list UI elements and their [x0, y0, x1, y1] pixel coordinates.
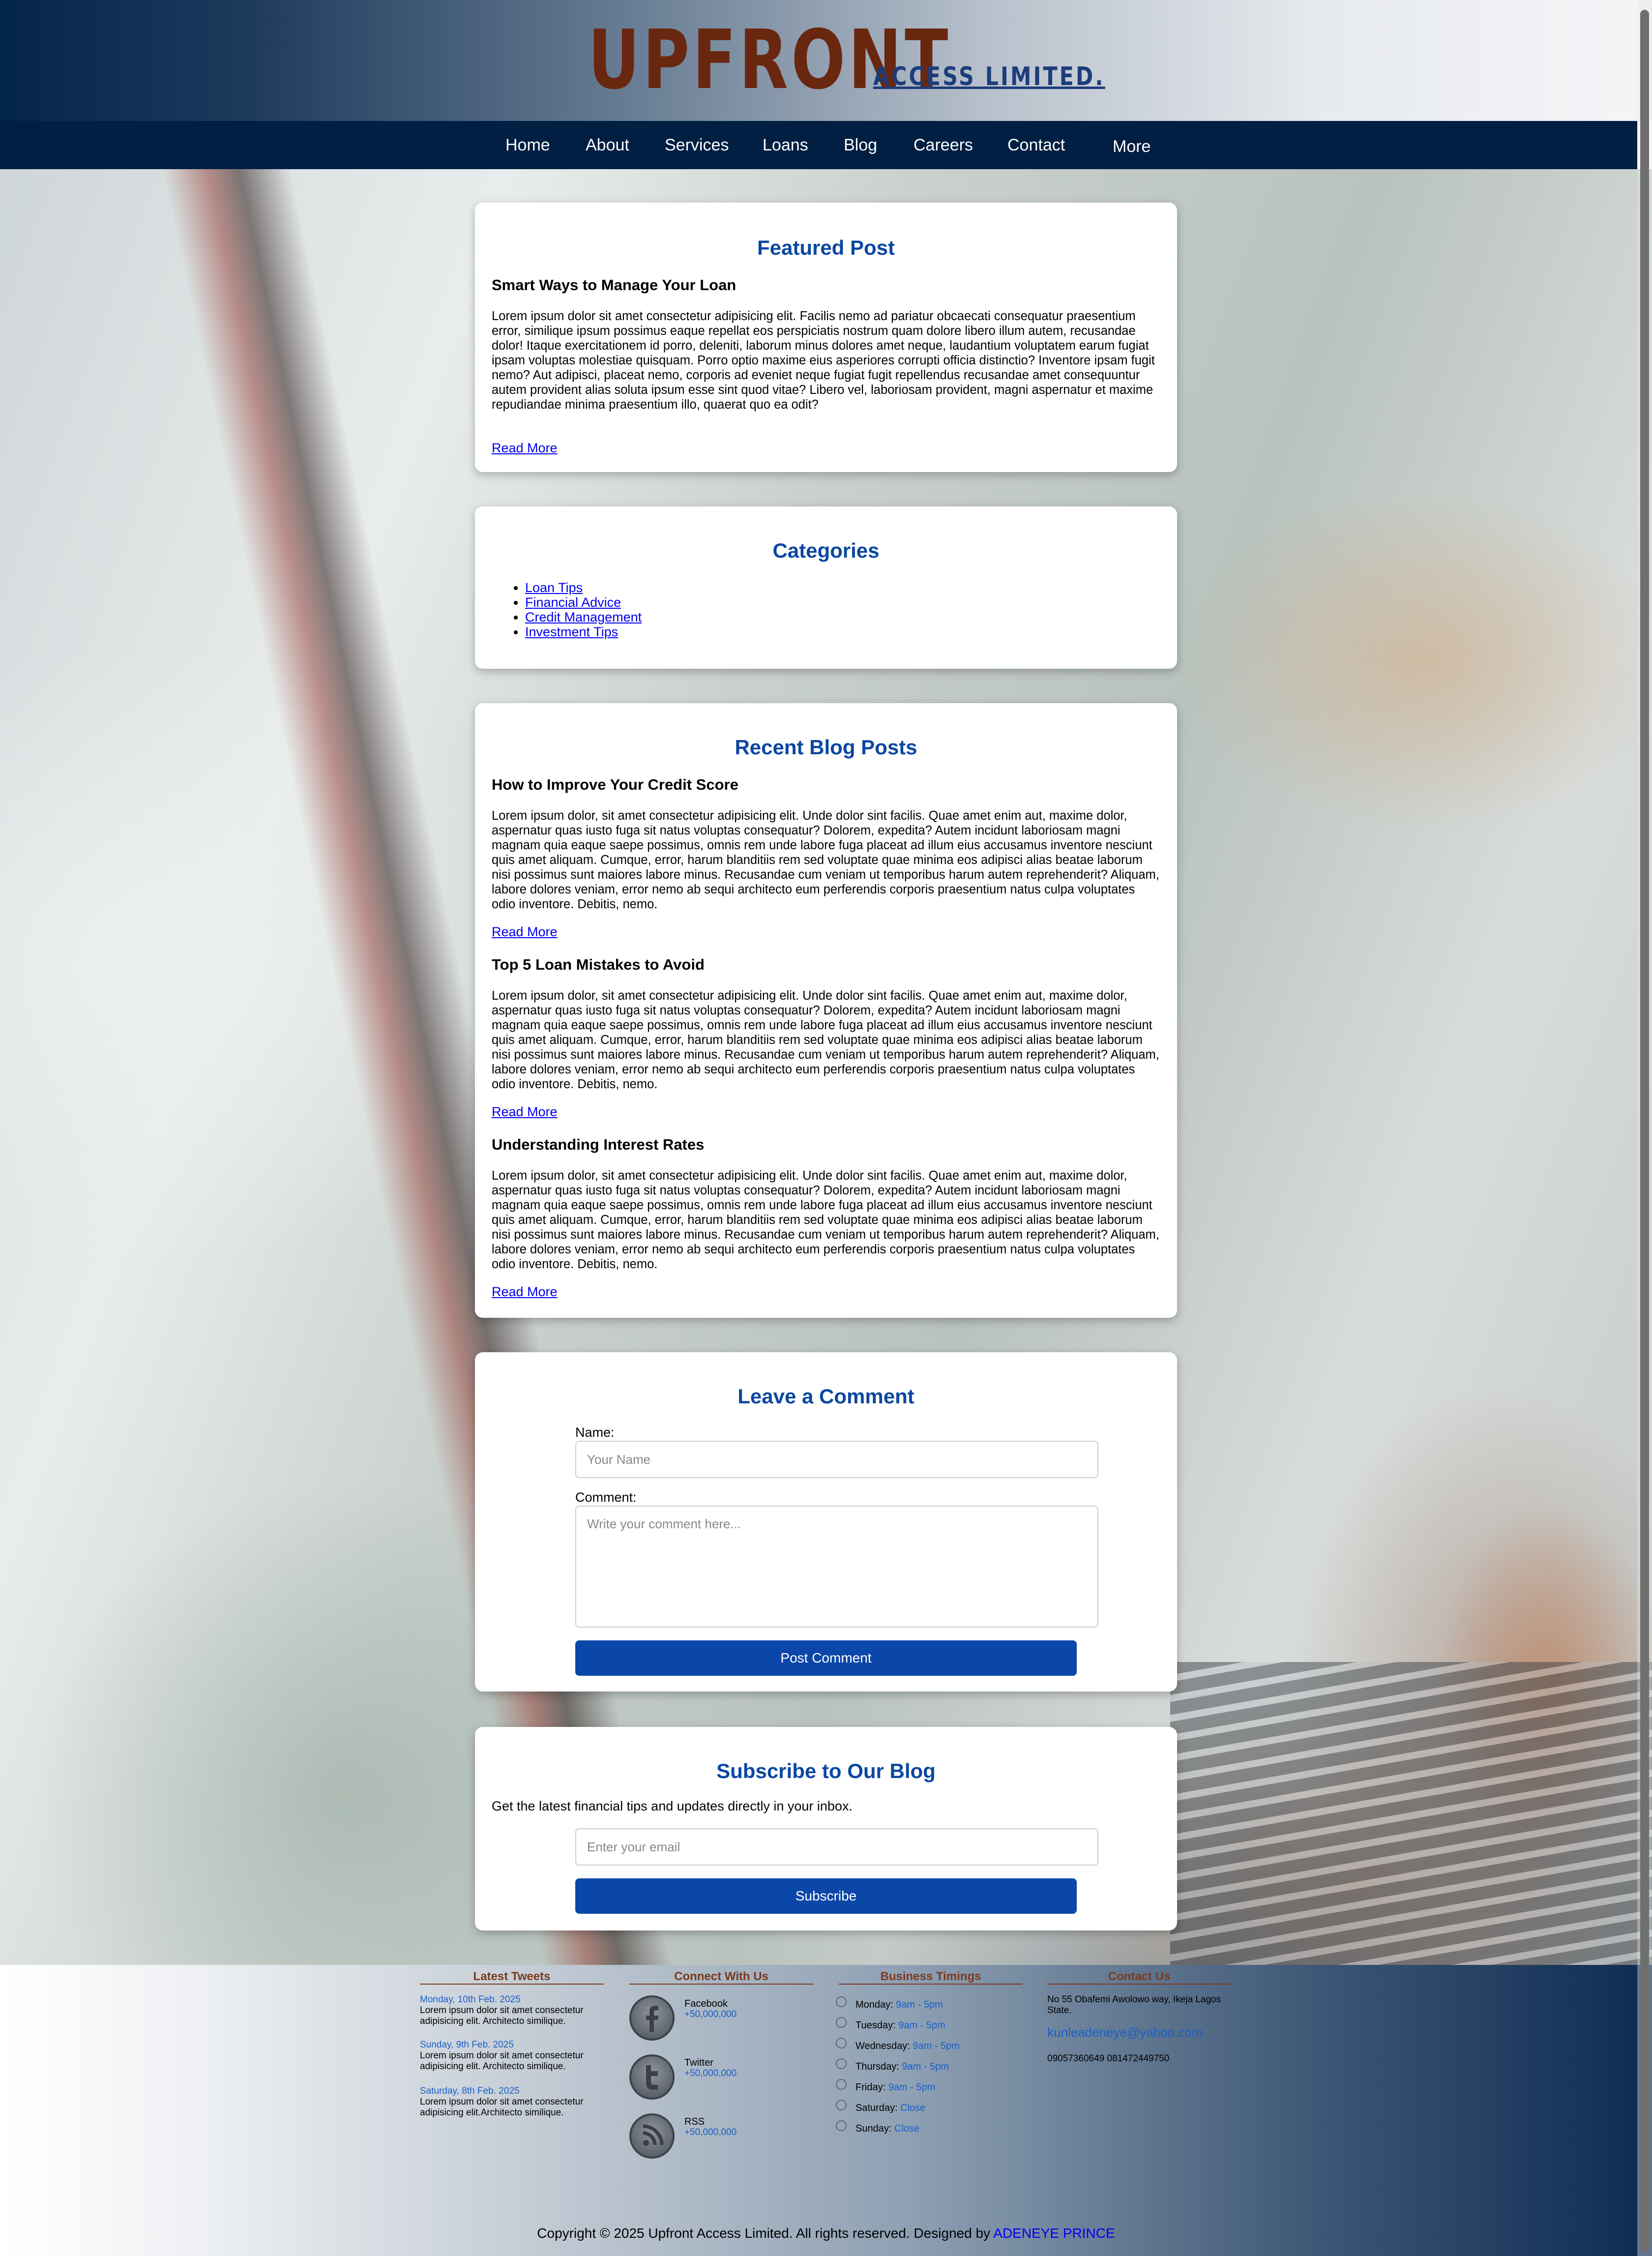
facebook-count: +50,000,000 — [684, 2009, 737, 2019]
timing-row: Friday: 9am - 5pm — [856, 2082, 936, 2093]
connect-column-title: Connect With Us — [629, 1970, 813, 1985]
nav-about[interactable]: About — [586, 121, 629, 169]
post-read-more-link[interactable]: Read More — [492, 1284, 558, 1300]
contact-phones: 09057360649 081472449750 — [1047, 2053, 1170, 2064]
twitter-count: +50,000,000 — [684, 2068, 737, 2078]
nav-careers[interactable]: Careers — [914, 121, 973, 169]
subscribe-card: Subscribe to Our Blog Get the latest fin… — [475, 1727, 1177, 1930]
rss-count: +50,000,000 — [684, 2127, 737, 2137]
name-label: Name: — [575, 1425, 615, 1440]
twitter-label[interactable]: Twitter — [684, 2057, 713, 2068]
timing-row: Sunday: Close — [856, 2123, 920, 2134]
subscribe-heading: Subscribe to Our Blog — [716, 1759, 936, 1782]
comment-label: Comment: — [575, 1490, 637, 1505]
nav-more-dropdown[interactable]: More — [1113, 122, 1150, 171]
post-read-more-link[interactable]: Read More — [492, 1104, 558, 1120]
page-scrollbar-thumb[interactable] — [1640, 10, 1649, 2252]
logo-access-limited[interactable]: ACCESS LIMITED. — [873, 62, 1105, 91]
facebook-icon[interactable] — [629, 1995, 675, 2041]
nav-contact[interactable]: Contact — [1007, 121, 1065, 169]
copyright-text: Copyright © 2025 Upfront Access Limited.… — [537, 2226, 991, 2241]
clock-icon — [836, 1996, 847, 2007]
clock-icon — [836, 2120, 847, 2131]
comment-form-card: Leave a Comment Name: Your Name Comment:… — [475, 1352, 1177, 1692]
site-header: UPFRONT ACCESS LIMITED. — [0, 0, 1652, 121]
tweet-text: Lorem ipsum dolor sit amet consectetur a… — [420, 2005, 584, 2026]
post-body: Lorem ipsum dolor, sit amet consectetur … — [492, 809, 1159, 911]
clock-icon — [836, 2038, 847, 2048]
categories-list: Loan Tips Financial Advice Credit Manage… — [492, 580, 642, 639]
tweets-column-title: Latest Tweets — [420, 1970, 604, 1985]
timing-row: Thursday: 9am - 5pm — [856, 2061, 949, 2072]
post-title: Top 5 Loan Mistakes to Avoid — [492, 956, 705, 973]
post-title: Understanding Interest Rates — [492, 1136, 705, 1153]
clock-icon — [836, 2100, 847, 2110]
tweet-text: Lorem ipsum dolor sit amet consectetur a… — [420, 2097, 584, 2118]
contact-email-link[interactable]: kunleadeneye@yahoo.com — [1047, 2025, 1203, 2040]
tweet-date: Saturday, 8th Feb. 2025 — [420, 2086, 520, 2096]
nav-home[interactable]: Home — [505, 121, 550, 169]
timing-row: Tuesday: 9am - 5pm — [856, 2020, 945, 2031]
featured-post-card: Featured Post Smart Ways to Manage Your … — [475, 203, 1177, 472]
subscribe-button[interactable]: Subscribe — [575, 1878, 1077, 1914]
timings-column-title: Business Timings — [839, 1970, 1023, 1985]
timing-row: Saturday: Close — [856, 2103, 926, 2113]
category-link-loan-tips[interactable]: Loan Tips — [525, 580, 583, 595]
category-link-financial-advice[interactable]: Financial Advice — [525, 595, 621, 610]
tweet-date: Sunday, 9th Feb. 2025 — [420, 2040, 514, 2050]
post-body: Lorem ipsum dolor, sit amet consectetur … — [492, 989, 1159, 1091]
recent-posts-heading: Recent Blog Posts — [735, 736, 917, 759]
site-footer: Latest Tweets Monday, 10th Feb. 2025 Lor… — [0, 1965, 1652, 2256]
recent-posts-card: Recent Blog Posts How to Improve Your Cr… — [475, 703, 1177, 1318]
post-comment-button[interactable]: Post Comment — [575, 1640, 1077, 1676]
timing-row: Wednesday: 9am - 5pm — [856, 2041, 960, 2051]
category-item: Investment Tips — [525, 624, 642, 639]
contact-address: No 55 Obafemi Awolowo way, Ikeja Lagos S… — [1047, 1994, 1221, 2016]
nav-blog[interactable]: Blog — [844, 121, 877, 169]
designer-link[interactable]: ADENEYE PRINCE — [993, 2226, 1115, 2241]
clock-icon — [836, 2017, 847, 2028]
category-item: Financial Advice — [525, 595, 642, 610]
category-link-credit-management[interactable]: Credit Management — [525, 610, 642, 624]
background-keyboard — [1170, 1662, 1652, 1965]
subscribe-email-input[interactable]: Enter your email — [575, 1828, 1098, 1866]
post-read-more-link[interactable]: Read More — [492, 924, 558, 940]
tweet-text: Lorem ipsum dolor sit amet consectetur a… — [420, 2050, 584, 2072]
subscribe-description: Get the latest financial tips and update… — [492, 1799, 853, 1813]
categories-heading: Categories — [772, 539, 880, 562]
copyright: Copyright © 2025 Upfront Access Limited.… — [0, 2226, 1652, 2241]
name-input[interactable]: Your Name — [575, 1441, 1098, 1478]
category-link-investment-tips[interactable]: Investment Tips — [525, 624, 618, 639]
featured-post-body: Lorem ipsum dolor sit amet consectetur a… — [492, 309, 1155, 412]
clock-icon — [836, 2079, 847, 2090]
featured-post-title: Smart Ways to Manage Your Loan — [492, 276, 737, 294]
twitter-icon[interactable] — [629, 2054, 675, 2100]
comment-textarea[interactable]: Write your comment here... — [575, 1506, 1098, 1628]
rss-icon[interactable] — [629, 2113, 675, 2159]
comment-heading: Leave a Comment — [738, 1385, 914, 1408]
tweet-date: Monday, 10th Feb. 2025 — [420, 1994, 521, 2005]
facebook-label[interactable]: Facebook — [684, 1998, 728, 2009]
categories-card: Categories Loan Tips Financial Advice Cr… — [475, 506, 1177, 669]
clock-icon — [836, 2058, 847, 2069]
contact-column-title: Contact Us — [1047, 1970, 1231, 1985]
nav-services[interactable]: Services — [665, 121, 729, 169]
post-body: Lorem ipsum dolor, sit amet consectetur … — [492, 1169, 1159, 1271]
category-item: Loan Tips — [525, 580, 642, 595]
post-title: How to Improve Your Credit Score — [492, 776, 738, 793]
category-item: Credit Management — [525, 610, 642, 624]
rss-label[interactable]: RSS — [684, 2116, 705, 2127]
nav-loans[interactable]: Loans — [763, 121, 808, 169]
timing-row: Monday: 9am - 5pm — [856, 1999, 943, 2010]
main-nav: Home About Services Loans Blog Careers C… — [0, 121, 1637, 169]
featured-read-more-link[interactable]: Read More — [492, 441, 558, 456]
featured-heading: Featured Post — [757, 236, 895, 259]
